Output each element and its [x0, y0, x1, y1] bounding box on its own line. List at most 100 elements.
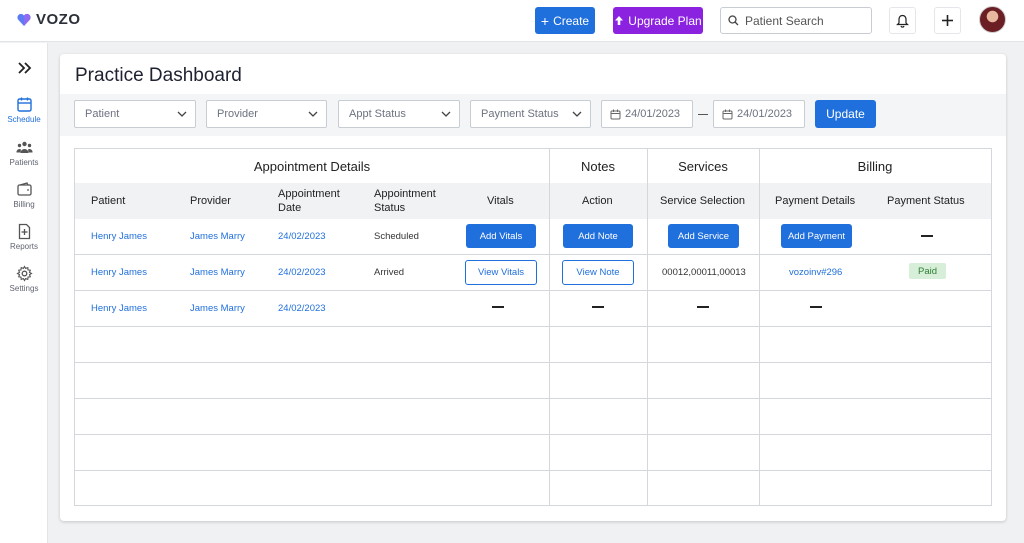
- column-header-appt-date: Appointment Date: [278, 188, 340, 214]
- user-avatar[interactable]: [979, 6, 1006, 33]
- appt-status-filter-select[interactable]: Appt Status: [338, 100, 460, 128]
- dashboard-card: Practice Dashboard Patient Provider Appt…: [60, 54, 1006, 521]
- calendar-icon: [722, 109, 733, 119]
- row-divider: [75, 398, 991, 399]
- service-codes: 00012,00011,00013: [662, 267, 746, 278]
- column-header-appt-status: Appointment Status: [374, 188, 436, 214]
- date-to-value: 24/01/2023: [737, 108, 793, 120]
- sidebar-item-label: Settings: [9, 284, 39, 293]
- group-header-notes: Notes: [581, 158, 615, 174]
- heart-logo-icon: [17, 13, 31, 26]
- bell-icon: [896, 14, 909, 28]
- row-divider: [75, 290, 991, 291]
- add-service-button[interactable]: Add Service: [668, 224, 739, 248]
- patient-link[interactable]: Henry James: [91, 231, 147, 242]
- column-divider: [647, 149, 648, 505]
- sidebar-item-settings[interactable]: Settings: [0, 265, 48, 293]
- appointments-table: Appointment Details Notes Services Billi…: [74, 148, 992, 506]
- arrow-up-icon: [615, 16, 624, 25]
- brand-name: VOZO: [36, 11, 81, 28]
- upgrade-label: Upgrade Plan: [628, 13, 702, 28]
- row-divider: [75, 470, 991, 471]
- appointment-status: Scheduled: [374, 231, 419, 242]
- appointment-date-link[interactable]: 24/02/2023: [278, 303, 326, 314]
- sidebar-item-label: Billing: [13, 200, 35, 209]
- sidebar-item-label: Patients: [9, 158, 39, 167]
- people-icon: [15, 141, 33, 153]
- select-value: Patient: [85, 108, 120, 120]
- double-chevron-right-icon[interactable]: [16, 61, 32, 75]
- sidebar-item-label: Schedule: [7, 115, 41, 124]
- chevron-down-icon: [308, 111, 318, 117]
- provider-link[interactable]: James Marry: [190, 303, 245, 314]
- group-header-services: Services: [678, 158, 728, 174]
- appointment-date-link[interactable]: 24/02/2023: [278, 267, 326, 278]
- update-button[interactable]: Update: [815, 100, 876, 128]
- report-icon: [18, 223, 30, 240]
- patient-filter-select[interactable]: Patient: [74, 100, 196, 128]
- row-divider: [75, 254, 991, 255]
- calendar-icon: [610, 109, 621, 119]
- calendar-icon: [16, 97, 32, 112]
- date-from-field[interactable]: 24/01/2023: [601, 100, 693, 128]
- upgrade-plan-button[interactable]: Upgrade Plan: [613, 7, 703, 34]
- sidebar-item-schedule[interactable]: Schedule: [0, 96, 48, 124]
- logo[interactable]: VOZO: [16, 11, 81, 28]
- sidebar-item-reports[interactable]: Reports: [0, 223, 48, 251]
- view-vitals-button[interactable]: View Vitals: [465, 260, 537, 285]
- patient-link[interactable]: Henry James: [91, 303, 147, 314]
- provider-filter-select[interactable]: Provider: [206, 100, 327, 128]
- empty-value-dash: [592, 306, 604, 308]
- empty-value-dash: [697, 306, 709, 308]
- search-input[interactable]: [745, 13, 865, 28]
- wallet-icon: [16, 182, 32, 196]
- add-note-button[interactable]: Add Note: [563, 224, 633, 248]
- appointment-date-link[interactable]: 24/02/2023: [278, 231, 326, 242]
- sidebar-item-billing[interactable]: Billing: [0, 181, 48, 209]
- notifications-button[interactable]: [889, 7, 916, 34]
- create-label: Create: [553, 13, 590, 28]
- top-bar: VOZO + Create Upgrade Plan: [0, 0, 1024, 42]
- column-header-provider: Provider: [190, 195, 231, 207]
- create-button[interactable]: + Create: [535, 7, 595, 34]
- view-note-button[interactable]: View Note: [562, 260, 634, 285]
- sidebar: Schedule Patients Billing Reports Settin…: [0, 43, 48, 543]
- add-vitals-button[interactable]: Add Vitals: [466, 224, 536, 248]
- appointment-status: Arrived: [374, 267, 405, 278]
- patient-search[interactable]: [720, 7, 872, 34]
- column-header-vitals: Vitals: [487, 195, 514, 207]
- column-header-payment-status: Payment Status: [887, 195, 965, 207]
- plus-icon: +: [540, 12, 550, 29]
- column-header-service-selection: Service Selection: [660, 195, 745, 207]
- select-value: Appt Status: [349, 108, 406, 120]
- invoice-link[interactable]: vozoinv#296: [789, 267, 842, 278]
- add-payment-button[interactable]: Add Payment: [781, 224, 852, 248]
- plus-icon: [942, 15, 953, 26]
- row-divider: [75, 362, 991, 363]
- column-header-payment-details: Payment Details: [775, 195, 856, 207]
- filter-bar: Patient Provider Appt Status Payment Sta…: [60, 94, 1006, 136]
- date-range-separator: [698, 114, 708, 115]
- column-divider: [549, 149, 550, 505]
- empty-value-dash: [492, 306, 504, 308]
- empty-value-dash: [810, 306, 822, 308]
- empty-value-dash: [921, 235, 933, 237]
- column-header-row: Patient Provider Appointment Date Appoin…: [75, 183, 991, 219]
- date-to-field[interactable]: 24/01/2023: [713, 100, 805, 128]
- provider-link[interactable]: James Marry: [190, 231, 245, 242]
- column-divider: [759, 149, 760, 505]
- add-button[interactable]: [934, 7, 961, 34]
- row-divider: [75, 434, 991, 435]
- payment-status-filter-select[interactable]: Payment Status: [470, 100, 591, 128]
- row-divider: [75, 326, 991, 327]
- sidebar-item-label: Reports: [9, 242, 38, 251]
- provider-link[interactable]: James Marry: [190, 267, 245, 278]
- sidebar-item-patients[interactable]: Patients: [0, 139, 48, 167]
- patient-link[interactable]: Henry James: [91, 267, 147, 278]
- search-icon: [728, 15, 739, 26]
- select-value: Provider: [217, 108, 258, 120]
- date-from-value: 24/01/2023: [625, 108, 681, 120]
- column-header-patient: Patient: [91, 195, 126, 207]
- group-header-billing: Billing: [857, 158, 893, 174]
- chevron-down-icon: [572, 111, 582, 117]
